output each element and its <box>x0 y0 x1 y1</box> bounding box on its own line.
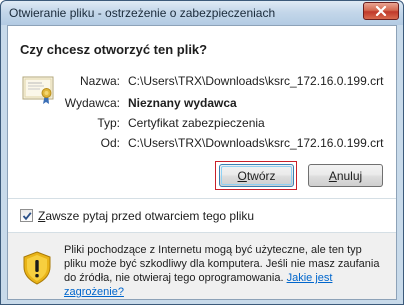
name-label: Nazwa: <box>79 74 120 88</box>
open-button[interactable]: Otwórz <box>219 164 294 187</box>
close-icon <box>375 6 387 16</box>
from-value: C:\Users\TRX\Downloads\ksrc_172.16.0.199… <box>128 136 384 150</box>
security-warning-dialog: Otwieranie pliku - ostrzeżenie o zabezpi… <box>0 0 404 305</box>
window-title: Otwieranie pliku - ostrzeżenie o zabezpi… <box>9 6 276 20</box>
always-ask-checkbox[interactable] <box>20 209 33 222</box>
warning-text: Pliki pochodzące z Internetu mogą być uż… <box>64 244 380 298</box>
cancel-button[interactable]: Anuluj <box>308 164 383 187</box>
publisher-label: Wydawca: <box>64 96 120 110</box>
shield-warning-icon <box>23 251 51 285</box>
dialog-body: Czy chcesz otworzyć ten plik? Nazwa: C:\… <box>7 25 397 300</box>
publisher-value: Nieznany wydawca <box>128 96 237 110</box>
dialog-question: Czy chcesz otworzyć ten plik? <box>20 42 208 57</box>
cancel-button-label: Anuluj <box>328 168 363 183</box>
warning-footer: Pliki pochodzące z Internetu mogą być uż… <box>8 233 396 299</box>
title-bar[interactable]: Otwieranie pliku - ostrzeżenie o zabezpi… <box>1 1 403 25</box>
close-button[interactable] <box>363 2 399 20</box>
divider <box>8 198 396 199</box>
name-value: C:\Users\TRX\Downloads\ksrc_172.16.0.199… <box>128 74 384 88</box>
always-ask-label[interactable]: Zawsze pytaj przed otwarciem tego pliku <box>38 209 254 223</box>
type-value: Certyfikat zabezpieczenia <box>128 116 265 130</box>
checkmark-icon <box>22 211 32 220</box>
from-label: Od: <box>100 136 120 150</box>
type-label: Typ: <box>97 116 120 130</box>
open-button-label: Otwórz <box>237 168 276 183</box>
